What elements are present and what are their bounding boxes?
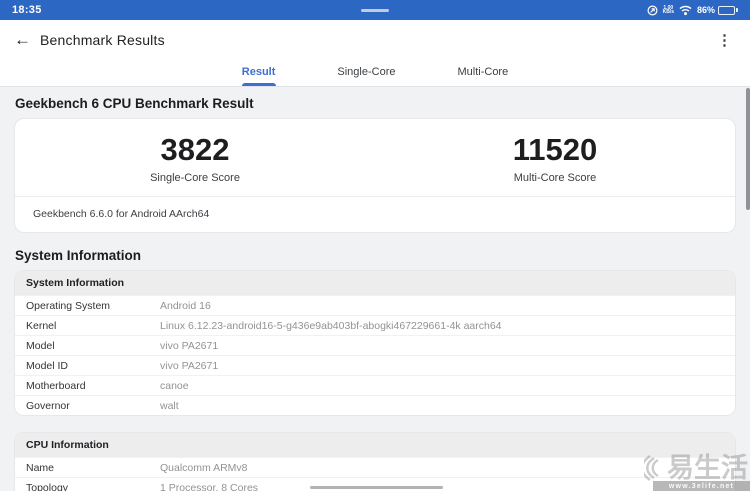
active-tab-underline — [241, 83, 276, 86]
battery-icon — [718, 5, 735, 15]
score-row: 3822 Single-Core Score 11520 Multi-Core … — [15, 119, 735, 196]
table-row: Motherboard canoe — [15, 375, 735, 395]
table-row: Operating System Android 16 — [15, 295, 735, 315]
single-core-score-block: 3822 Single-Core Score — [15, 132, 375, 184]
camera-notch — [361, 9, 389, 12]
back-arrow-icon[interactable]: ← — [14, 30, 40, 50]
tab-bar: Result Single-Core Multi-Core — [0, 60, 750, 87]
page-title: Benchmark Results — [40, 32, 165, 48]
tab-single-core[interactable]: Single-Core — [335, 66, 397, 86]
table-row: Name Qualcomm ARMv8 — [15, 457, 735, 477]
data-speed-icon — [647, 4, 658, 16]
table-row: Governor walt — [15, 395, 735, 415]
table-row: Kernel Linux 6.12.23-android16-5-g436e9a… — [15, 315, 735, 335]
single-core-score: 3822 — [160, 132, 230, 167]
app-header: ← Benchmark Results ⋮ — [0, 20, 750, 60]
table-row: Model vivo PA2671 — [15, 335, 735, 355]
scrollbar-thumb[interactable] — [746, 88, 750, 210]
tab-result[interactable]: Result — [240, 66, 278, 86]
multi-core-score: 11520 — [512, 132, 598, 167]
tab-multi-core[interactable]: Multi-Core — [455, 66, 510, 86]
system-information-heading: System Information — [15, 248, 142, 263]
table-header: System Information — [15, 271, 735, 295]
geekbench-version-note: Geekbench 6.6.0 for Android AArch64 — [33, 208, 210, 220]
result-section-heading: Geekbench 6 CPU Benchmark Result — [15, 96, 254, 111]
score-card: 3822 Single-Core Score 11520 Multi-Core … — [14, 118, 736, 233]
wifi-icon — [679, 5, 692, 16]
cpu-information-table: CPU Information Name Qualcomm ARMv8 Topo… — [14, 432, 736, 491]
network-speed: 1.00 KB/s — [662, 4, 674, 15]
table-row: Topology 1 Processor, 8 Cores — [15, 477, 735, 491]
system-information-table: System Information Operating System Andr… — [14, 270, 736, 416]
home-indicator[interactable] — [310, 486, 443, 489]
multi-core-score-block: 11520 Multi-Core Score — [375, 132, 735, 184]
table-row: Model ID vivo PA2671 — [15, 355, 735, 375]
status-bar: 18:35 1.00 KB/s 86% — [0, 0, 750, 20]
table-header: CPU Information — [15, 433, 735, 457]
content: Geekbench 6 CPU Benchmark Result 3822 Si… — [0, 96, 750, 491]
battery-percent: 86% — [696, 5, 715, 15]
screen: 18:35 1.00 KB/s 86% ← Benchmark Results … — [0, 0, 750, 491]
overflow-menu-icon[interactable]: ⋮ — [713, 31, 736, 49]
status-icons: 1.00 KB/s 86% — [647, 4, 738, 16]
clock: 18:35 — [12, 4, 42, 16]
battery-indicator: 86% — [697, 5, 738, 15]
